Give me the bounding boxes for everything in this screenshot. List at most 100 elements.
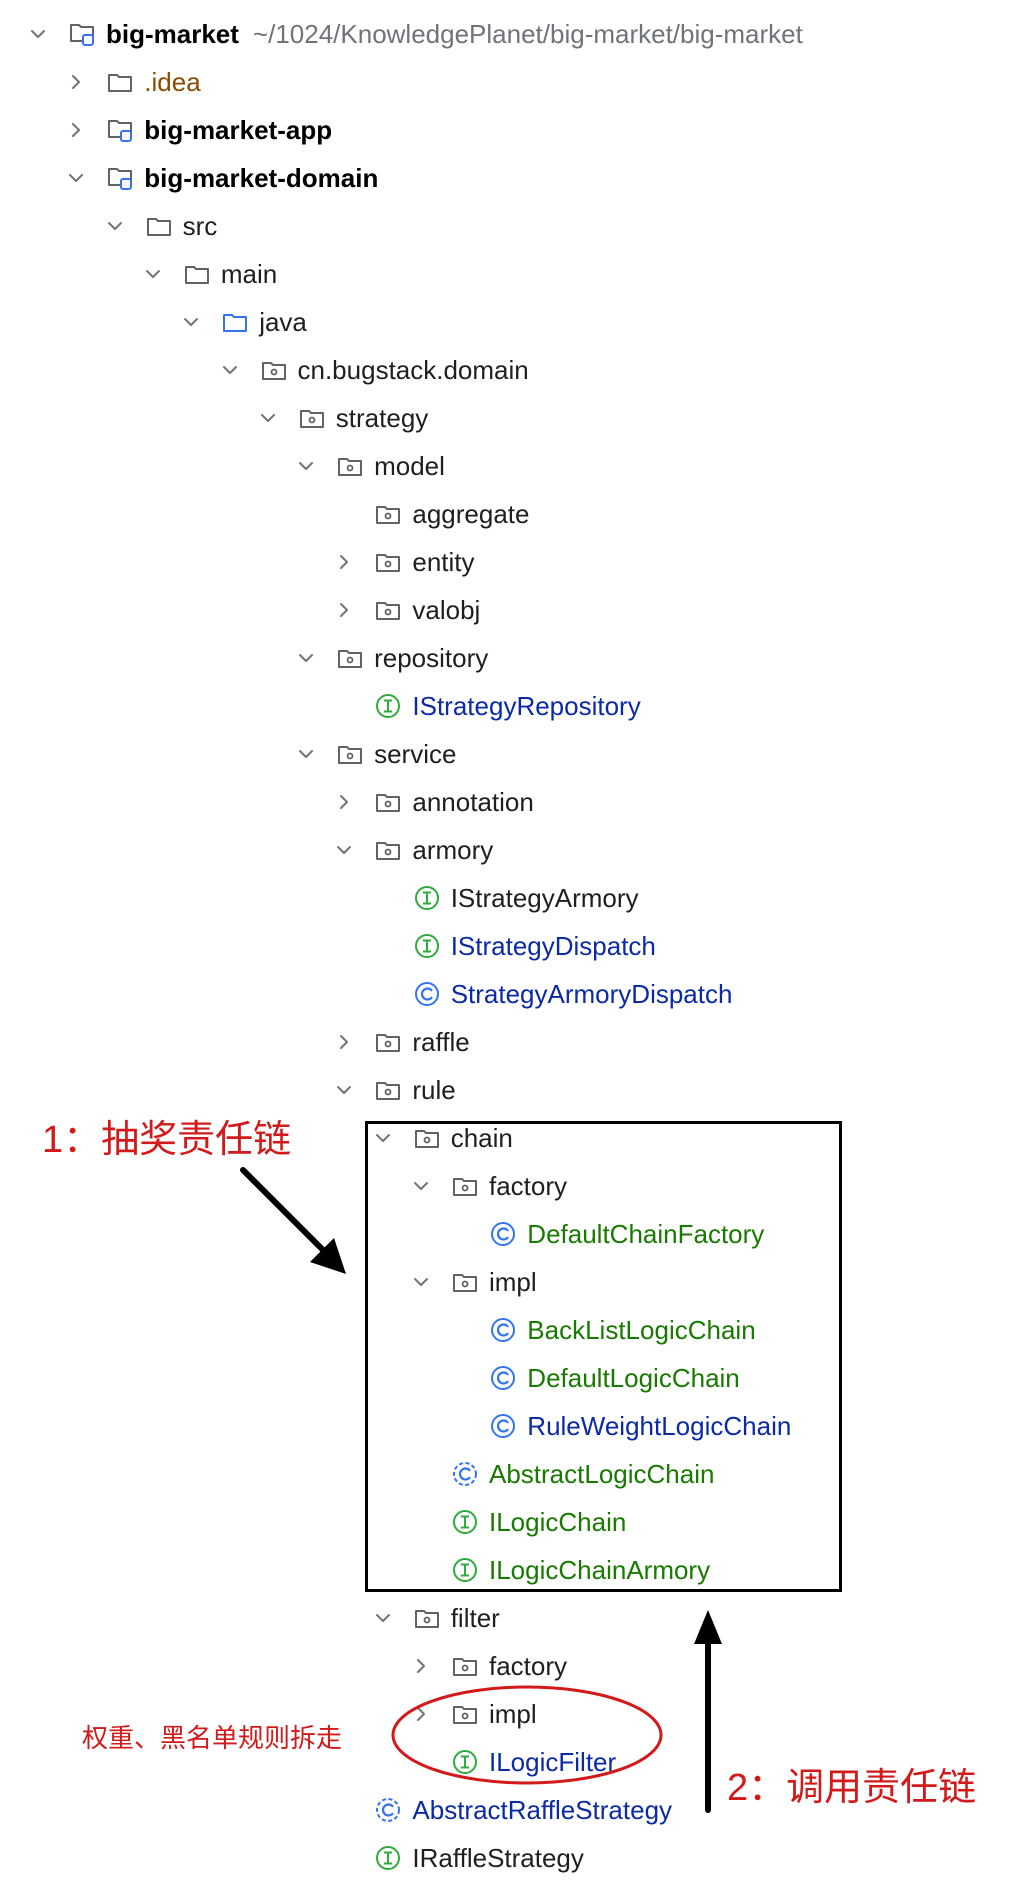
tree-row[interactable]: factory bbox=[0, 1642, 1016, 1690]
interface-icon bbox=[374, 1844, 402, 1872]
tree-item-label: repository bbox=[374, 643, 489, 673]
module-folder-icon bbox=[106, 164, 134, 192]
interface-icon bbox=[451, 1748, 479, 1776]
tree-row[interactable]: big-market-app bbox=[0, 106, 1016, 154]
chevron-down-icon[interactable] bbox=[334, 840, 354, 860]
chevron-right-icon[interactable] bbox=[334, 552, 354, 572]
tree-row[interactable]: src bbox=[0, 202, 1016, 250]
package-icon bbox=[336, 452, 364, 480]
tree-item-label: annotation bbox=[412, 787, 534, 817]
tree-item-label: big-market bbox=[106, 19, 239, 49]
tree-row[interactable]: big-market-domain bbox=[0, 154, 1016, 202]
chevron-right-icon[interactable] bbox=[66, 72, 86, 92]
tree-item-label: src bbox=[182, 211, 218, 241]
tree-item-label: IRaffleStrategy bbox=[412, 1843, 584, 1873]
tree-item-label: entity bbox=[412, 547, 475, 577]
annotation-call-note: 2：调用责任链 bbox=[727, 1767, 977, 1809]
tree-item-label: big-market-domain bbox=[144, 163, 379, 193]
project-path: ~/1024/KnowledgePlanet/big-market/big-ma… bbox=[252, 18, 803, 49]
chevron-right-icon[interactable] bbox=[334, 600, 354, 620]
tree-row[interactable]: rule bbox=[0, 1066, 1016, 1114]
tree-row[interactable]: entity bbox=[0, 538, 1016, 586]
tree-row[interactable]: big-market ~/1024/KnowledgePlanet/big-mar… bbox=[0, 10, 1016, 58]
tree-item-label: IStrategyArmory bbox=[450, 883, 639, 913]
chevron-down-icon[interactable] bbox=[181, 312, 201, 332]
tree-item-label: big-market-app bbox=[144, 115, 333, 145]
chevron-down-icon[interactable] bbox=[28, 24, 48, 44]
abstract-class-icon bbox=[374, 1796, 402, 1824]
tree-row[interactable]: IStrategyArmory bbox=[0, 874, 1016, 922]
tree-row[interactable]: repository bbox=[0, 634, 1016, 682]
chevron-down-icon[interactable] bbox=[66, 168, 86, 188]
tree-row[interactable]: IStrategyRepository bbox=[0, 682, 1016, 730]
tree-item-label: raffle bbox=[412, 1027, 470, 1057]
tree-item-label: IStrategyDispatch bbox=[450, 931, 656, 961]
tree-item-label: aggregate bbox=[412, 499, 530, 529]
package-icon bbox=[298, 404, 326, 432]
package-icon bbox=[451, 1652, 479, 1680]
tree-row[interactable]: annotation bbox=[0, 778, 1016, 826]
tree-row[interactable]: filter bbox=[0, 1594, 1016, 1642]
chevron-down-icon[interactable] bbox=[334, 1080, 354, 1100]
tree-item-label: armory bbox=[412, 835, 494, 865]
package-icon bbox=[374, 1028, 402, 1056]
package-icon bbox=[374, 788, 402, 816]
tree-row[interactable]: aggregate bbox=[0, 490, 1016, 538]
package-icon bbox=[451, 1700, 479, 1728]
tree-row[interactable]: StrategyArmoryDispatch bbox=[0, 970, 1016, 1018]
tree-item-label: factory bbox=[489, 1651, 568, 1681]
chevron-right-icon[interactable] bbox=[334, 1032, 354, 1052]
tree-row[interactable]: model bbox=[0, 442, 1016, 490]
package-icon bbox=[374, 548, 402, 576]
chevron-right-icon[interactable] bbox=[411, 1656, 431, 1676]
tree-row[interactable]: service bbox=[0, 730, 1016, 778]
package-icon bbox=[374, 500, 402, 528]
chevron-right-icon[interactable] bbox=[411, 1704, 431, 1724]
chevron-down-icon[interactable] bbox=[296, 648, 316, 668]
tree-item-label: main bbox=[220, 259, 278, 289]
tree-row[interactable]: java bbox=[0, 298, 1016, 346]
chevron-down-icon[interactable] bbox=[373, 1608, 393, 1628]
tree-row[interactable]: IStrategyDispatch bbox=[0, 922, 1016, 970]
chevron-down-icon[interactable] bbox=[220, 360, 240, 380]
tree-row[interactable]: valobj bbox=[0, 586, 1016, 634]
package-icon bbox=[336, 644, 364, 672]
package-icon bbox=[374, 1076, 402, 1104]
module-folder-icon bbox=[106, 116, 134, 144]
tree-item-label: .idea bbox=[144, 67, 201, 97]
tree-item-label: ILogicFilter bbox=[489, 1747, 617, 1777]
tree-row[interactable]: armory bbox=[0, 826, 1016, 874]
tree-item-label: StrategyArmoryDispatch bbox=[450, 979, 733, 1009]
folder-icon bbox=[106, 68, 134, 96]
annotation-chain-note: 1：抽奖责任链 bbox=[42, 1119, 292, 1161]
tree-row[interactable]: strategy bbox=[0, 394, 1016, 442]
tree-item-label: cn.bugstack.domain bbox=[297, 355, 529, 385]
class-icon bbox=[413, 980, 441, 1008]
interface-icon bbox=[413, 932, 441, 960]
tree-row[interactable]: main bbox=[0, 250, 1016, 298]
chevron-down-icon[interactable] bbox=[143, 264, 163, 284]
module-folder-icon bbox=[68, 20, 96, 48]
chevron-down-icon[interactable] bbox=[296, 744, 316, 764]
tree-item-label: strategy bbox=[335, 403, 429, 433]
tree-item-label: filter bbox=[450, 1603, 500, 1633]
annotation-removed-note: 权重、黑名单规则拆走 bbox=[82, 1723, 343, 1753]
package-icon bbox=[260, 356, 288, 384]
tree-row[interactable]: .idea bbox=[0, 58, 1016, 106]
source-folder-icon bbox=[221, 308, 249, 336]
tree-item-label: model bbox=[374, 451, 445, 481]
interface-icon bbox=[413, 884, 441, 912]
tree-row[interactable]: IRaffleStrategy bbox=[0, 1834, 1016, 1882]
tree-item-label: java bbox=[259, 307, 307, 337]
chevron-down-icon[interactable] bbox=[258, 408, 278, 428]
tree-row[interactable]: cn.bugstack.domain bbox=[0, 346, 1016, 394]
package-icon bbox=[374, 596, 402, 624]
chevron-right-icon[interactable] bbox=[334, 792, 354, 812]
package-icon bbox=[374, 836, 402, 864]
tree-row[interactable]: raffle bbox=[0, 1018, 1016, 1066]
folder-icon bbox=[145, 212, 173, 240]
chevron-down-icon[interactable] bbox=[105, 216, 125, 236]
chevron-down-icon[interactable] bbox=[296, 456, 316, 476]
tree-item-label: IStrategyRepository bbox=[412, 691, 641, 721]
chevron-right-icon[interactable] bbox=[66, 120, 86, 140]
